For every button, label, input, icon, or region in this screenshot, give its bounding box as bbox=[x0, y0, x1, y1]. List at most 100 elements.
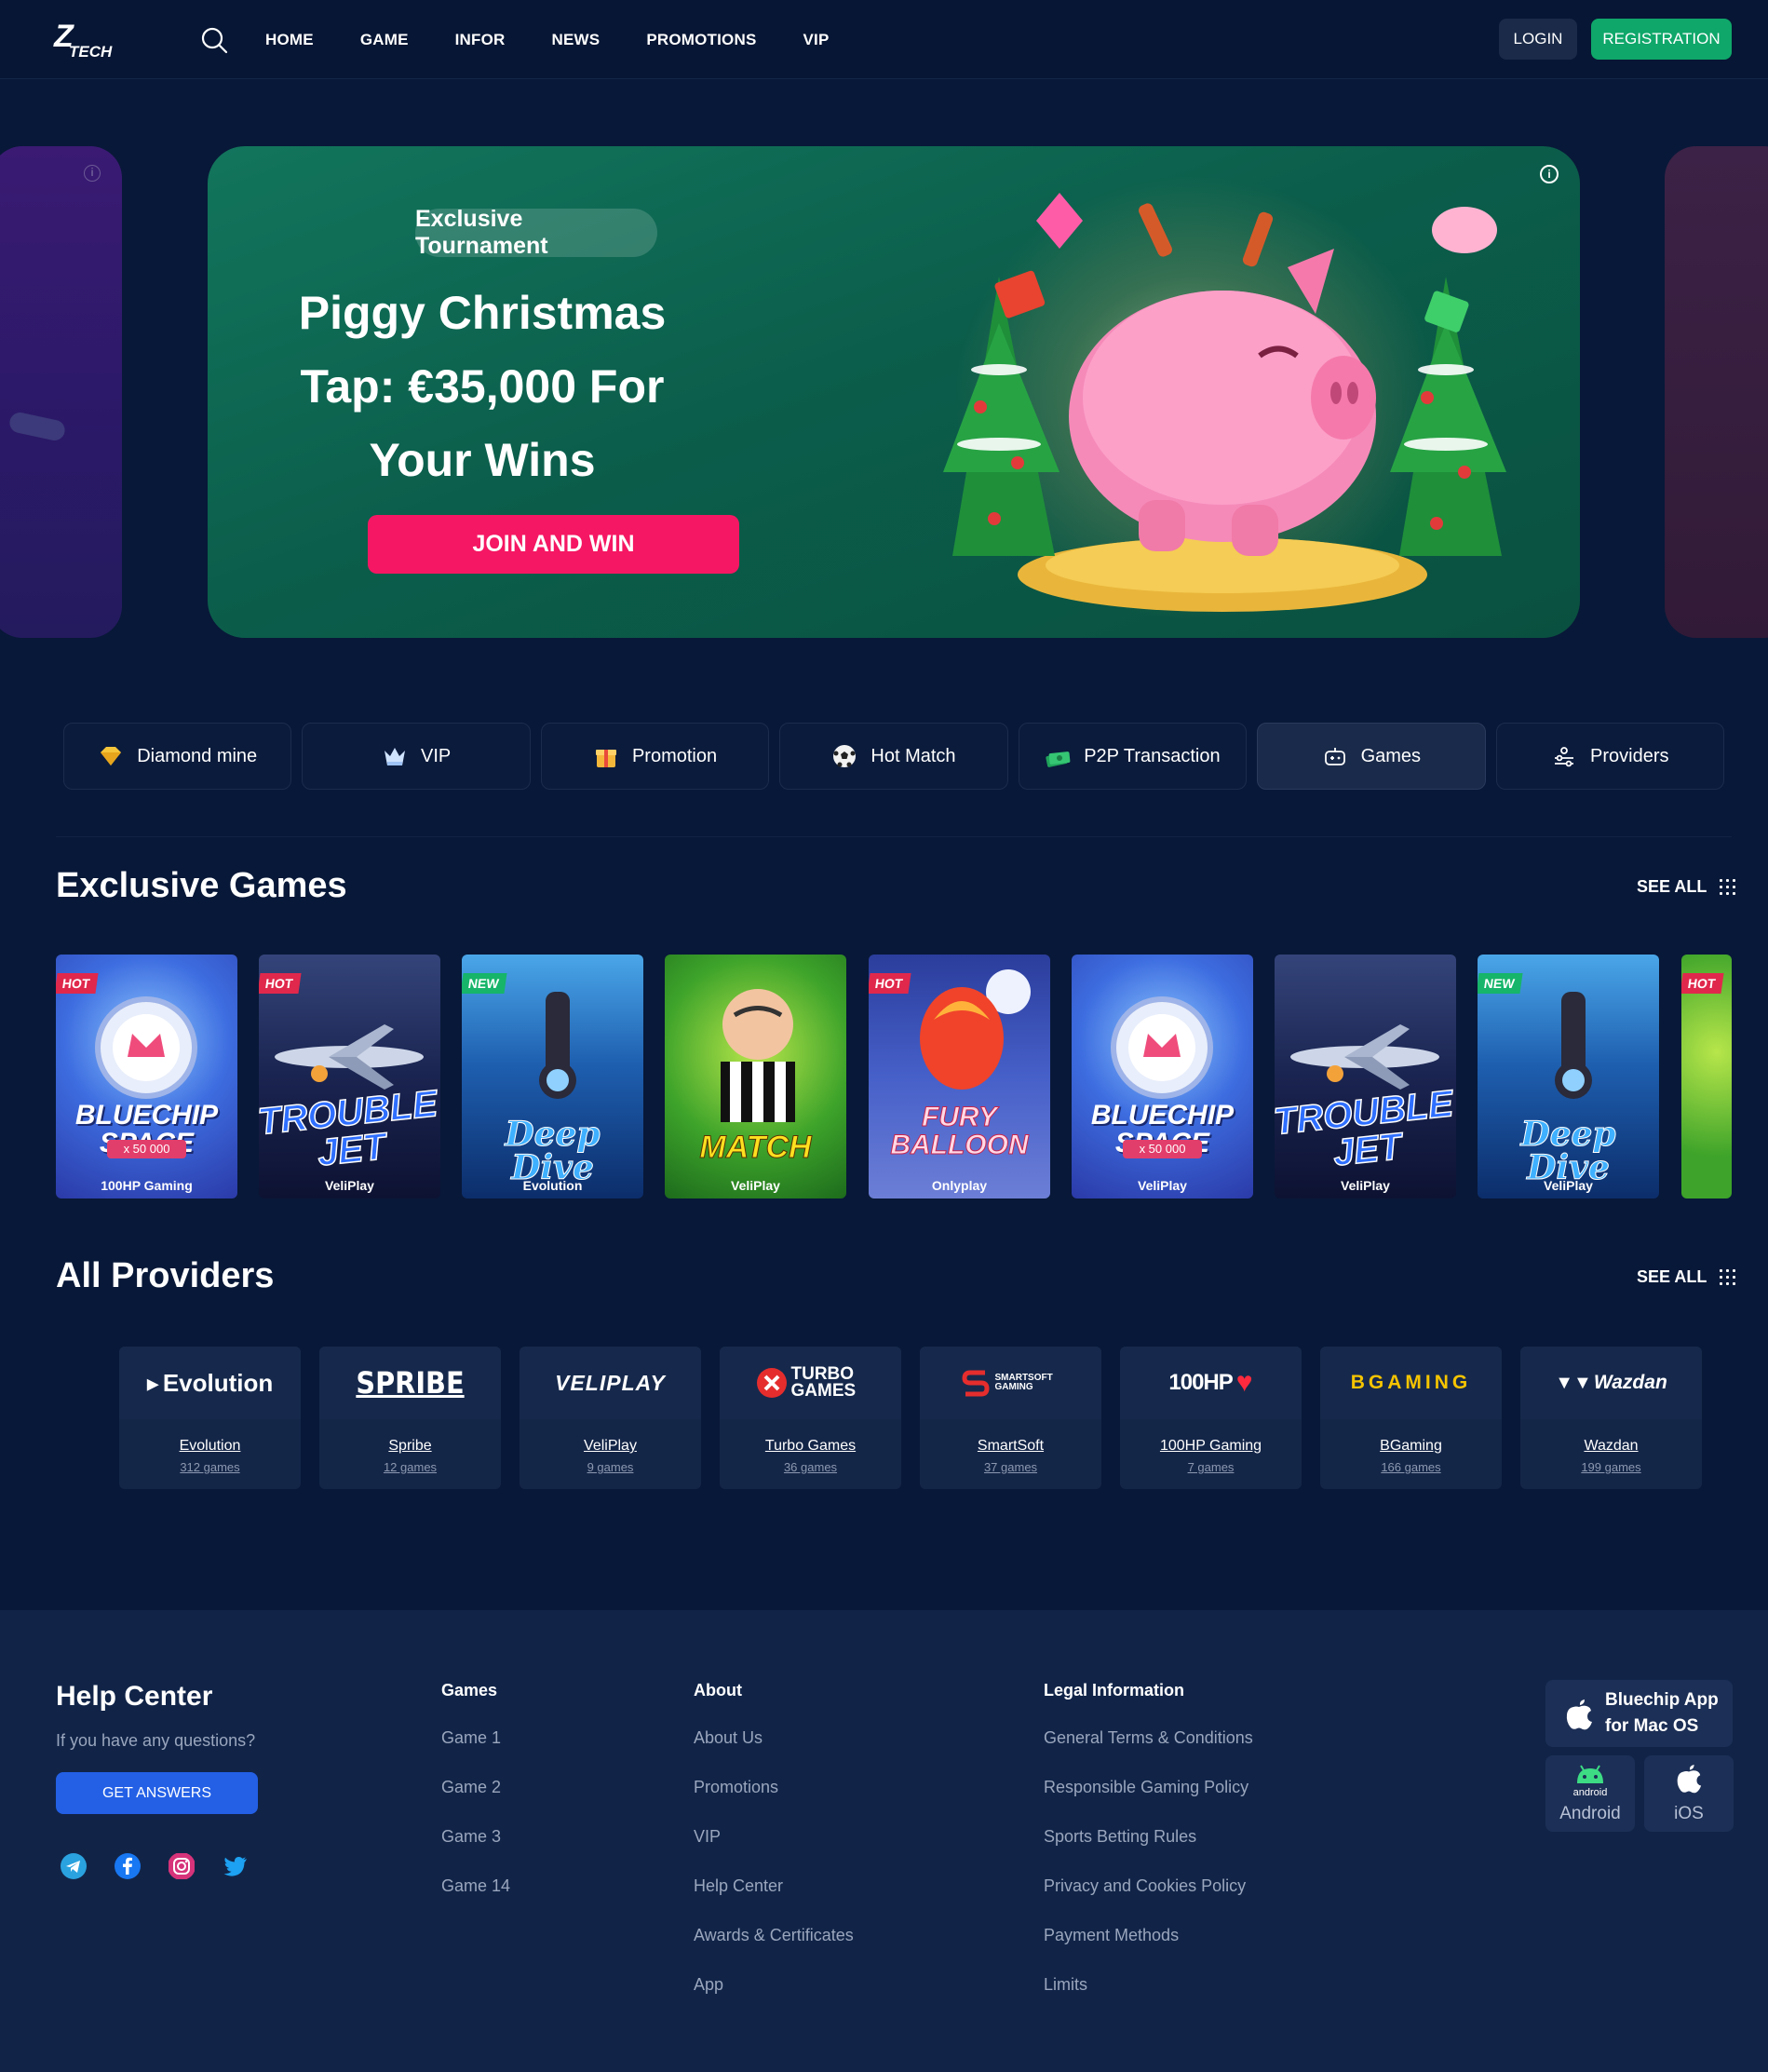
provider-name: Turbo Games bbox=[764, 1438, 857, 1454]
top-header: Z TECH HOME GAME INFOR NEWS PROMOTIONS V… bbox=[0, 0, 1768, 79]
provider-game-count: 7 games bbox=[1187, 1460, 1235, 1474]
carousel-next-slide[interactable] bbox=[1665, 146, 1768, 638]
game-card[interactable]: MATCH VeliPlay bbox=[665, 955, 846, 1199]
exclusive-games-title: Exclusive Games bbox=[56, 866, 347, 905]
provider-card[interactable]: ▸ Evolution Evolution 312 games bbox=[119, 1347, 301, 1489]
game-card[interactable]: Deep Dive NEW Evolution bbox=[462, 955, 643, 1199]
quicklink-games[interactable]: Games bbox=[1257, 723, 1486, 790]
footer-link[interactable]: Game 3 bbox=[441, 1827, 510, 1847]
footer-link[interactable]: Awards & Certificates bbox=[694, 1926, 854, 1945]
site-logo[interactable]: Z TECH bbox=[54, 20, 119, 61]
quicklink-p2p-transaction[interactable]: P2P Transaction bbox=[1018, 723, 1248, 790]
facebook-icon[interactable] bbox=[114, 1852, 142, 1880]
quicklink-diamond-mine[interactable]: Diamond mine bbox=[63, 723, 292, 790]
footer-link[interactable]: Limits bbox=[1044, 1975, 1253, 1995]
login-button[interactable]: LOGIN bbox=[1499, 19, 1577, 60]
diver-art bbox=[1555, 992, 1592, 1099]
footer-link[interactable]: Sports Betting Rules bbox=[1044, 1827, 1253, 1847]
footer-link[interactable]: Game 1 bbox=[441, 1728, 510, 1748]
footer-link[interactable]: About Us bbox=[694, 1728, 854, 1748]
provider-game-count: 312 games bbox=[180, 1460, 240, 1474]
ios-app-button[interactable]: iOS bbox=[1644, 1755, 1734, 1832]
footer-link[interactable]: Game 2 bbox=[441, 1778, 510, 1797]
provider-card[interactable]: TURBO GAMES Turbo Games 36 games bbox=[720, 1347, 901, 1489]
game-card[interactable]: TROUBLE JET HOT VeliPlay bbox=[259, 955, 440, 1199]
game-card[interactable]: TROUBLE JET VeliPlay bbox=[1275, 955, 1456, 1199]
game-card[interactable]: BLUECHIP SPACE x 50 000 HOT 100HP Gaming bbox=[56, 955, 237, 1199]
provider-card[interactable]: SMARTSOFT GAMING SmartSoft 37 games bbox=[920, 1347, 1101, 1489]
join-and-win-button[interactable]: JOIN AND WIN bbox=[368, 515, 739, 574]
game-card[interactable]: FURY BALLOON HOT Onlyplay bbox=[869, 955, 1050, 1199]
footer-link[interactable]: VIP bbox=[694, 1827, 854, 1847]
help-question: If you have any questions? bbox=[56, 1731, 256, 1750]
apple-icon bbox=[1677, 1764, 1702, 1794]
search-icon[interactable] bbox=[200, 26, 228, 54]
game-card[interactable]: HOT bbox=[1681, 955, 1732, 1199]
footer-link[interactable]: Game 14 bbox=[441, 1876, 510, 1896]
footer-link[interactable]: General Terms & Conditions bbox=[1044, 1728, 1253, 1748]
banner-title: Piggy Christmas Tap: €35,000 For Your Wi… bbox=[298, 287, 667, 486]
provider-logo: TURBO GAMES bbox=[720, 1347, 901, 1419]
info-icon[interactable]: i bbox=[1540, 165, 1559, 183]
nav-home[interactable]: HOME bbox=[265, 31, 314, 49]
see-all-label: SEE ALL bbox=[1637, 1267, 1707, 1286]
provider-game-count: 36 games bbox=[783, 1460, 838, 1474]
quicklink-promotion[interactable]: Promotion bbox=[540, 723, 770, 790]
ios-label: iOS bbox=[1674, 1804, 1704, 1823]
all-providers-see-all[interactable]: SEE ALL bbox=[1637, 1267, 1736, 1287]
game-card[interactable]: Deep Dive NEW VeliPlay bbox=[1478, 955, 1659, 1199]
footer-col-games: Games Game 1 Game 2 Game 3 Game 14 bbox=[441, 1681, 510, 1926]
quicklink-hot-match[interactable]: Hot Match bbox=[779, 723, 1008, 790]
nav-game[interactable]: GAME bbox=[360, 31, 409, 49]
footer-link[interactable]: Privacy and Cookies Policy bbox=[1044, 1876, 1253, 1896]
provider-card[interactable]: VELIPLAY VeliPlay 9 games bbox=[520, 1347, 701, 1489]
footer-link[interactable]: Help Center bbox=[694, 1876, 854, 1896]
quick-links: Diamond mine VIP Promotion Hot Match P2P… bbox=[63, 723, 1724, 790]
nav-infor[interactable]: INFOR bbox=[455, 31, 506, 49]
hot-badge: HOT bbox=[259, 973, 302, 994]
provider-card[interactable]: BGAMING BGaming 166 games bbox=[1320, 1347, 1502, 1489]
android-app-button[interactable]: android Android bbox=[1545, 1755, 1635, 1832]
diver-art bbox=[539, 992, 576, 1099]
provider-game-count: 37 games bbox=[983, 1460, 1038, 1474]
get-answers-button[interactable]: GET ANSWERS bbox=[56, 1772, 258, 1814]
android-icon bbox=[1577, 1765, 1603, 1783]
mac-app-line1: Bluechip App bbox=[1605, 1690, 1719, 1710]
exclusive-games-see-all[interactable]: SEE ALL bbox=[1637, 877, 1736, 897]
provider-card[interactable]: 100HP ♥ 100HP Gaming 7 games bbox=[1120, 1347, 1302, 1489]
instagram-icon[interactable] bbox=[168, 1852, 196, 1880]
footer-link[interactable]: Responsible Gaming Policy bbox=[1044, 1778, 1253, 1797]
provider-game-count: 12 games bbox=[383, 1460, 438, 1474]
android-badge-text: android bbox=[1572, 1787, 1608, 1798]
nav-news[interactable]: NEWS bbox=[552, 31, 601, 49]
grid-dots-icon bbox=[1720, 1269, 1736, 1285]
nav-vip[interactable]: VIP bbox=[803, 31, 830, 49]
game-card[interactable]: BLUECHIP SPACE x 50 000 VeliPlay bbox=[1072, 955, 1253, 1199]
telegram-icon[interactable] bbox=[60, 1852, 88, 1880]
soccer-ball-icon bbox=[833, 745, 857, 767]
quicklink-label: P2P Transaction bbox=[1084, 745, 1221, 766]
footer-link[interactable]: Promotions bbox=[694, 1778, 854, 1797]
provider-card[interactable]: ▼▼ Wazdan Wazdan 199 games bbox=[1520, 1347, 1702, 1489]
registration-button[interactable]: REGISTRATION bbox=[1591, 19, 1732, 60]
see-all-label: SEE ALL bbox=[1637, 877, 1707, 896]
carousel-prev-slide[interactable]: i bbox=[0, 146, 122, 638]
provider-name: VeliPlay bbox=[584, 1438, 637, 1454]
footer-link[interactable]: App bbox=[694, 1975, 854, 1995]
provider-logo: ▼▼ Wazdan bbox=[1520, 1347, 1702, 1419]
footer-link[interactable]: Payment Methods bbox=[1044, 1926, 1253, 1945]
nav-promotions[interactable]: PROMOTIONS bbox=[646, 31, 756, 49]
twitter-icon[interactable] bbox=[222, 1852, 250, 1880]
provider-card[interactable]: SPRIBE Spribe 12 games bbox=[319, 1347, 501, 1489]
banner-badge: Exclusive Tournament bbox=[415, 206, 657, 259]
quicklink-vip[interactable]: VIP bbox=[302, 723, 531, 790]
provider-logo: 100HP ♥ bbox=[1120, 1347, 1302, 1419]
new-badge: NEW bbox=[462, 973, 507, 994]
provider-name: 100HP Gaming bbox=[1159, 1438, 1262, 1454]
mac-app-button[interactable]: Bluechip App for Mac OS bbox=[1545, 1680, 1733, 1747]
quicklink-providers[interactable]: Providers bbox=[1495, 723, 1724, 790]
provider-logo: SPRIBE bbox=[319, 1347, 501, 1419]
provider-name: Spribe bbox=[388, 1438, 432, 1454]
provider-name: Evolution bbox=[179, 1438, 241, 1454]
game-title: Deep Dive bbox=[1520, 1115, 1616, 1187]
